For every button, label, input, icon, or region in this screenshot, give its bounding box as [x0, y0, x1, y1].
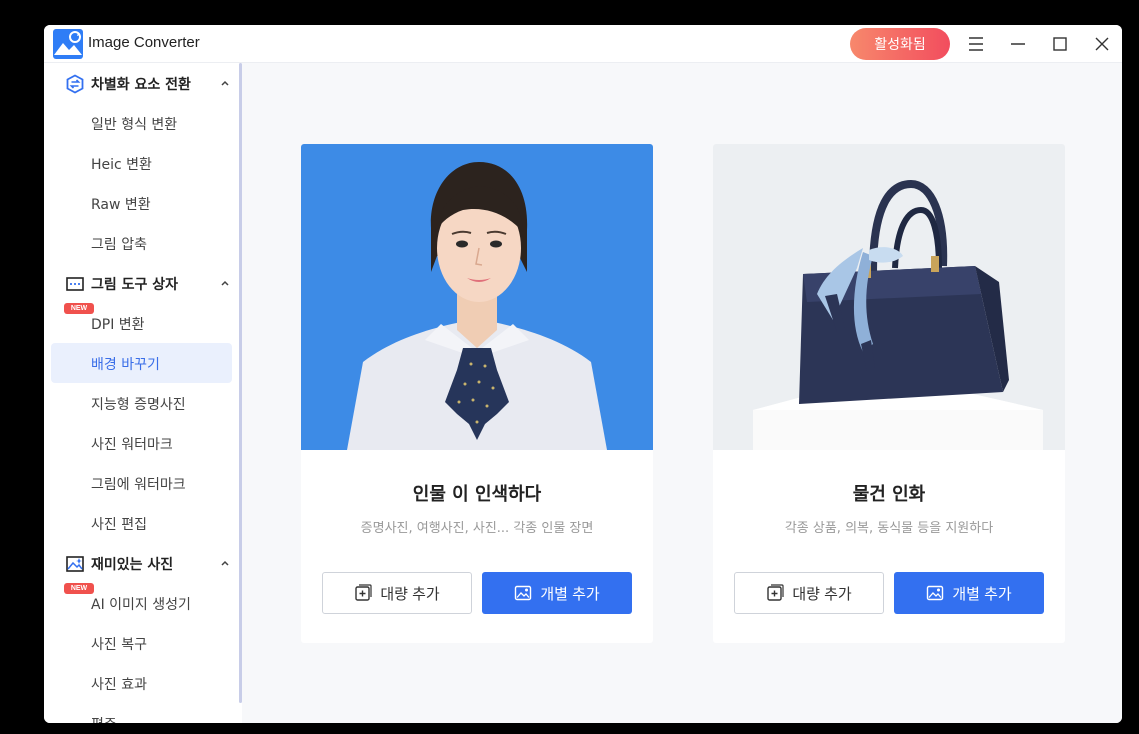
chevron-up-icon	[221, 560, 229, 566]
sidebar-item-label: DPI 변환	[91, 317, 145, 333]
sidebar-item-label: 지능형 증명사진	[91, 397, 186, 413]
single-add-label: 개별 추가	[540, 585, 600, 603]
portrait-photo	[301, 144, 653, 450]
sidebar-item-label: Heic 변환	[91, 157, 152, 173]
sidebar-item-image-watermark[interactable]: 그림에 워터마크	[51, 463, 232, 503]
sidebar-group-label: 차별화 요소 전환	[91, 77, 191, 93]
single-add-content: 개별 추가	[894, 572, 1044, 614]
card-title: 물건 인화	[852, 484, 926, 505]
app-logo-icon	[53, 29, 83, 59]
activate-button[interactable]: 활성화됨	[850, 28, 950, 60]
sidebar-item-label: 사진 복구	[91, 637, 147, 653]
toolbox-icon	[66, 277, 84, 291]
batch-add-label: 대량 추가	[380, 585, 440, 603]
batch-add-icon	[355, 584, 372, 601]
single-add-button[interactable]: 개별 추가	[894, 572, 1044, 614]
menu-icon[interactable]	[966, 34, 986, 54]
single-add-label: 개별 추가	[952, 585, 1012, 603]
batch-add-icon	[767, 584, 784, 601]
sidebar-item-heic-convert[interactable]: Heic 변환	[51, 143, 232, 183]
sidebar-item-label: 편주	[91, 714, 117, 723]
sidebar-item-label: 사진 편집	[91, 517, 147, 533]
batch-add-button[interactable]: 대량 추가	[734, 572, 884, 614]
fun-photo-icon	[66, 556, 84, 572]
card-description: 증명사진, 여행사진, 사진... 각종 인물 장면	[360, 521, 594, 536]
sidebar-item-label: Raw 변환	[91, 197, 151, 213]
new-badge: NEW	[64, 303, 94, 314]
product-card: 물건 인화 각종 상품, 의복, 동식물 등을 지원하다 대량 추가 개별 추가	[713, 144, 1065, 643]
sidebar: 차별화 요소 전환 일반 형식 변환 Heic 변환 Raw 변환 그림 압축 …	[44, 63, 242, 723]
batch-add-content: 대량 추가	[323, 573, 471, 613]
sidebar-item-label: 배경 바꾸기	[91, 357, 160, 373]
app-window: Image Converter 활성화됨 차별화 요소 전환 일반 형식 변환	[44, 25, 1122, 723]
sidebar-item-label: 그림에 워터마크	[91, 477, 186, 493]
image-add-icon	[515, 585, 532, 601]
image-add-icon	[927, 585, 944, 601]
sidebar-item-raw-convert[interactable]: Raw 변환	[51, 183, 232, 223]
chevron-up-icon	[221, 280, 229, 286]
card-title: 인물 이 인색하다	[412, 484, 542, 505]
sidebar-item-label: 일반 형식 변환	[91, 117, 178, 133]
convert-icon	[66, 74, 84, 94]
single-add-content: 개별 추가	[482, 572, 632, 614]
sidebar-item-photo-effects[interactable]: 사진 효과	[51, 663, 232, 703]
close-icon[interactable]	[1092, 34, 1112, 54]
card-description: 각종 상품, 의복, 동식물 등을 지원하다	[784, 521, 994, 536]
batch-add-label: 대량 추가	[792, 585, 852, 603]
batch-add-content: 대량 추가	[735, 573, 883, 613]
sidebar-group-toolbox[interactable]: 그림 도구 상자	[44, 263, 240, 303]
sidebar-item-smart-id-photo[interactable]: 지능형 증명사진	[51, 383, 232, 423]
chevron-up-icon	[221, 80, 229, 86]
sidebar-item-label: 그림 압축	[91, 237, 147, 253]
sidebar-item-label: 사진 효과	[91, 677, 147, 693]
sidebar-item-label: 사진 워터마크	[91, 437, 173, 453]
portrait-card: 인물 이 인색하다 증명사진, 여행사진, 사진... 각종 인물 장면 대량 …	[301, 144, 653, 643]
sidebar-group-fun-photo[interactable]: 재미있는 사진	[44, 543, 240, 583]
sidebar-item-dpi-convert[interactable]: NEW DPI 변환	[51, 303, 232, 343]
sidebar-group-label: 그림 도구 상자	[91, 277, 179, 293]
sidebar-item-label: AI 이미지 생성기	[91, 597, 191, 613]
sidebar-item-compress[interactable]: 그림 압축	[51, 223, 232, 263]
sidebar-item-photo-watermark[interactable]: 사진 워터마크	[51, 423, 232, 463]
sidebar-item-change-background[interactable]: 배경 바꾸기	[51, 343, 232, 383]
main-content: 인물 이 인색하다 증명사진, 여행사진, 사진... 각종 인물 장면 대량 …	[242, 63, 1122, 723]
sidebar-item-photo-restore[interactable]: 사진 복구	[51, 623, 232, 663]
sidebar-item-photo-edit[interactable]: 사진 편집	[51, 503, 232, 543]
minimize-icon[interactable]	[1008, 34, 1028, 54]
sidebar-item-ai-image-generator[interactable]: NEW AI 이미지 생성기	[51, 583, 232, 623]
sidebar-group-label: 재미있는 사진	[91, 557, 174, 573]
batch-add-button[interactable]: 대량 추가	[322, 572, 472, 614]
maximize-icon[interactable]	[1050, 34, 1070, 54]
new-badge: NEW	[64, 583, 94, 594]
app-title: Image Converter	[88, 34, 200, 51]
sidebar-group-convert[interactable]: 차별화 요소 전환	[44, 63, 240, 103]
handbag-photo	[713, 144, 1065, 450]
title-bar: Image Converter 활성화됨	[44, 25, 1122, 63]
sidebar-item-general-convert[interactable]: 일반 형식 변환	[51, 103, 232, 143]
sidebar-item-edit[interactable]: 편주	[51, 703, 232, 723]
single-add-button[interactable]: 개별 추가	[482, 572, 632, 614]
